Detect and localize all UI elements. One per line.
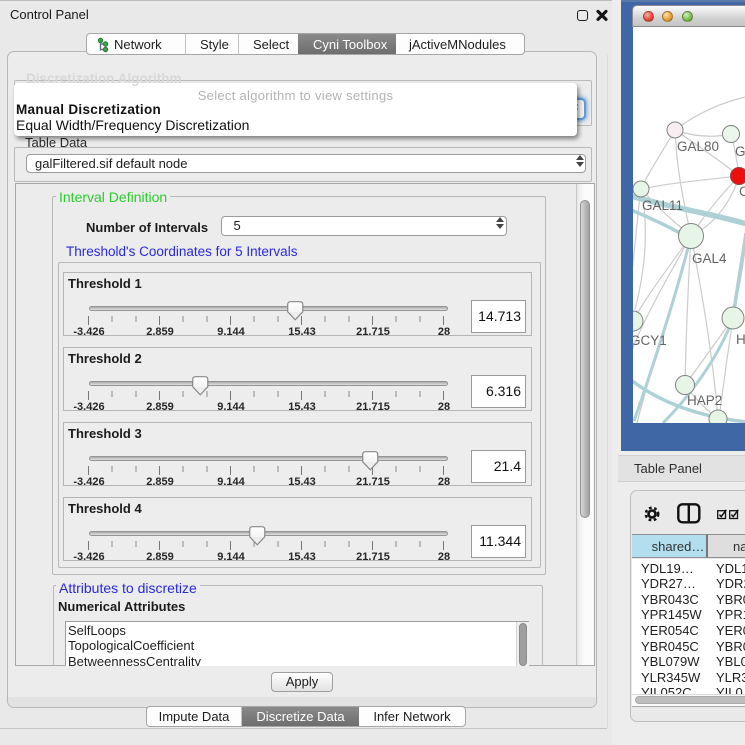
svg-text:GAL4: GAL4 bbox=[692, 251, 727, 266]
svg-text:GAL11: GAL11 bbox=[642, 198, 683, 213]
svg-text:HAP2: HAP2 bbox=[687, 393, 722, 408]
svg-text:H: H bbox=[736, 332, 745, 347]
svg-text:C: C bbox=[739, 184, 745, 199]
svg-text:GCY1: GCY1 bbox=[633, 333, 667, 348]
svg-text:GA: GA bbox=[735, 144, 745, 159]
svg-text:GAL80: GAL80 bbox=[677, 139, 719, 154]
